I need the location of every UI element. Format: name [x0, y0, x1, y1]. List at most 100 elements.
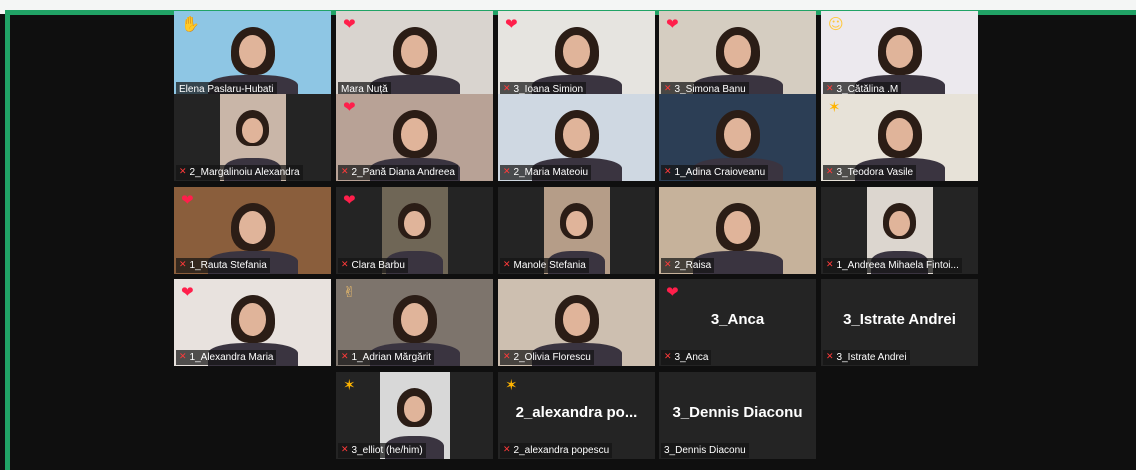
party-icon: ✶ [828, 98, 841, 116]
participant-name: 3_Teodora Vasile [836, 167, 914, 178]
participant-nameplate: ✕ 1_Adina Craioveanu [661, 165, 769, 180]
participant-nameplate: ✕ 2_Raisa [661, 258, 715, 273]
participant-tile[interactable]: ❤ Mara Nuță [336, 11, 493, 98]
mic-muted-icon: ✕ [341, 352, 349, 362]
person-face [238, 35, 267, 68]
participant-tile[interactable]: ✕ 2_Maria Mateoiu [498, 94, 655, 181]
participant-name: 3_elliot (he/him) [351, 445, 423, 456]
person-face [400, 118, 429, 151]
mic-muted-icon: ✕ [664, 352, 672, 362]
participant-nameplate: ✕ 1_Andreea Mihaela Fintoi... [823, 258, 962, 273]
participant-name: 2_Maria Mateoiu [513, 167, 589, 178]
participant-name: 2_Pană Diana Andreea [351, 167, 455, 178]
participant-tile[interactable]: 3_Istrate Andrei ✕ 3_Istrate Andrei [821, 279, 978, 366]
participant-tile[interactable]: ✋ Elena Paslaru-Hubati [174, 11, 331, 98]
participant-tile[interactable]: ❤ ✕ 1_Alexandra Maria [174, 279, 331, 366]
participant-name: Clara Barbu [351, 260, 405, 271]
mic-muted-icon: ✕ [179, 167, 187, 177]
person-face [723, 118, 752, 151]
participant-name: Manole Stefania [513, 260, 586, 271]
participant-name: 3_Dennis Diaconu [664, 445, 746, 456]
participant-nameplate: ✕ 3_Teodora Vasile [823, 165, 917, 180]
participant-nameplate: ✕ 2_Maria Mateoiu [500, 165, 592, 180]
participant-tile[interactable]: ✕ 2_Raisa [659, 187, 816, 274]
participant-tile[interactable]: ❤ ✕ 1_Rauta Stefania [174, 187, 331, 274]
participant-nameplate: ✕ Clara Barbu [338, 258, 408, 273]
party-icon: ✶ [343, 376, 356, 394]
mic-muted-icon: ✕ [826, 167, 834, 177]
heart-icon: ❤ [343, 191, 356, 209]
person-face [400, 303, 429, 336]
mic-muted-icon: ✕ [503, 352, 511, 362]
heart-eyes-icon: ☺ [828, 15, 844, 33]
participant-nameplate: ✕ Manole Stefania [500, 258, 589, 273]
mic-muted-icon: ✕ [341, 167, 349, 177]
heart-icon: ❤ [343, 98, 356, 116]
mic-muted-icon: ✕ [826, 352, 834, 362]
participant-tile[interactable]: ✕ Manole Stefania [498, 187, 655, 274]
participant-nameplate: ✕ 1_Rauta Stefania [176, 258, 270, 273]
mic-muted-icon: ✕ [826, 260, 834, 270]
thumbs-up-icon: ✌ [343, 283, 356, 301]
participant-name: 3_Istrate Andrei [836, 352, 907, 363]
mic-muted-icon: ✕ [664, 167, 672, 177]
participant-tile[interactable]: 2_alexandra po... ✶ ✕ 2_alexandra popescu [498, 372, 655, 459]
heart-icon: ❤ [505, 15, 518, 33]
participant-name: 2_alexandra popescu [513, 445, 610, 456]
mic-muted-icon: ✕ [664, 260, 672, 270]
participant-tile[interactable]: 3_Anca ❤ ✕ 3_Anca [659, 279, 816, 366]
participant-tile[interactable]: ✶ ✕ 3_elliot (he/him) [336, 372, 493, 459]
participant-nameplate: ✕ 3_elliot (he/him) [338, 443, 426, 458]
wave-icon: ✋ [181, 15, 200, 33]
mic-muted-icon: ✕ [179, 260, 187, 270]
participant-tile[interactable]: ✕ 2_Olivia Florescu [498, 279, 655, 366]
participant-display-name: 3_Anca [710, 311, 765, 328]
participant-name: 2_Raisa [674, 260, 712, 271]
participant-tile[interactable]: 3_Dennis Diaconu 3_Dennis Diaconu [659, 372, 816, 459]
participant-tile[interactable]: ✌ ✕ 1_Adrian Mărgărit [336, 279, 493, 366]
participant-nameplate: ✕ 3_Anca [661, 350, 712, 365]
person-face [404, 211, 425, 236]
participant-gallery: ✋ Elena Paslaru-Hubati ❤ Mara Nuță ❤ ✕ 3_Ioana… [0, 0, 1136, 470]
person-face [566, 211, 587, 236]
participant-display-name: 3_Istrate Andrei [843, 311, 956, 328]
participant-name: 2_Margalinoiu Alexandra [189, 167, 300, 178]
person-face [238, 303, 267, 336]
person-face [723, 211, 752, 244]
participant-tile[interactable]: ✕ 1_Andreea Mihaela Fintoi... [821, 187, 978, 274]
mic-muted-icon: ✕ [341, 260, 349, 270]
participant-nameplate: ✕ 1_Alexandra Maria [176, 350, 277, 365]
participant-tile[interactable]: ☺ ✕ 3_Cătălina .M [821, 11, 978, 98]
participant-display-name: 3_Dennis Diaconu [672, 404, 803, 421]
person-face [562, 35, 591, 68]
heart-icon: ❤ [343, 15, 356, 33]
person-face [723, 35, 752, 68]
participant-name: 1_Adrian Mărgărit [351, 352, 432, 363]
participant-nameplate: 3_Dennis Diaconu [661, 443, 749, 458]
participant-name: 1_Andreea Mihaela Fintoi... [836, 260, 959, 271]
participant-tile[interactable]: ✕ 2_Margalinoiu Alexandra [174, 94, 331, 181]
participant-nameplate: ✕ 3_Istrate Andrei [823, 350, 910, 365]
participant-tile[interactable]: ✶ ✕ 3_Teodora Vasile [821, 94, 978, 181]
person-face [885, 118, 914, 151]
party-icon: ✶ [505, 376, 518, 394]
participant-tile[interactable]: ❤ ✕ Clara Barbu [336, 187, 493, 274]
person-face [562, 303, 591, 336]
person-face [242, 118, 263, 143]
participant-nameplate: ✕ 2_Pană Diana Andreea [338, 165, 458, 180]
participant-name: 2_Olivia Florescu [513, 352, 591, 363]
person-face [403, 396, 426, 423]
mic-muted-icon: ✕ [341, 445, 349, 455]
heart-icon: ❤ [181, 283, 194, 301]
participant-nameplate: ✕ 2_Olivia Florescu [500, 350, 594, 365]
mic-muted-icon: ✕ [503, 445, 511, 455]
mic-muted-icon: ✕ [179, 352, 187, 362]
participant-display-name: 2_alexandra po... [515, 404, 638, 421]
participant-tile[interactable]: ❤ ✕ 3_Ioana Simion [498, 11, 655, 98]
participant-tile[interactable]: ✕ 1_Adina Craioveanu [659, 94, 816, 181]
participant-tile[interactable]: ❤ ✕ 2_Pană Diana Andreea [336, 94, 493, 181]
participant-name: 1_Adina Craioveanu [674, 167, 766, 178]
mic-muted-icon: ✕ [503, 260, 511, 270]
participant-tile[interactable]: ❤ ✕ 3_Simona Banu [659, 11, 816, 98]
person-face [238, 211, 267, 244]
